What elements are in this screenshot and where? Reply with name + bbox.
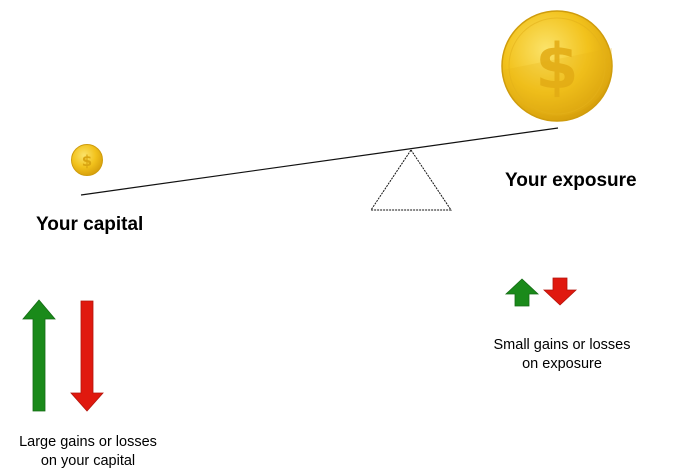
large-up-arrow-icon <box>22 299 56 412</box>
seesaw-diagram: $ $ <box>22 10 613 412</box>
svg-text:$: $ <box>82 152 92 170</box>
large-gains-caption-line2: on your capital <box>40 453 136 469</box>
seesaw-beam <box>80 127 559 196</box>
large-gains-caption: Large gains or losses on your capital <box>2 433 174 471</box>
small-gains-caption-line2: on exposure <box>522 356 602 372</box>
large-down-arrow-icon <box>70 300 104 412</box>
fulcrum-icon <box>370 149 452 211</box>
exposure-label: Your exposure <box>505 170 637 191</box>
small-down-arrow-icon <box>542 277 578 306</box>
small-gains-caption: Small gains or losses on exposure <box>474 336 650 374</box>
capital-label: Your capital <box>36 214 144 235</box>
small-up-arrow-icon <box>504 278 540 307</box>
small-gains-caption-line1: Small gains or losses <box>493 337 631 353</box>
svg-text:$: $ <box>535 30 578 103</box>
large-coin-icon: $ <box>501 10 613 122</box>
large-gains-caption-line1: Large gains or losses <box>19 434 157 450</box>
small-coin-icon: $ <box>71 144 103 176</box>
